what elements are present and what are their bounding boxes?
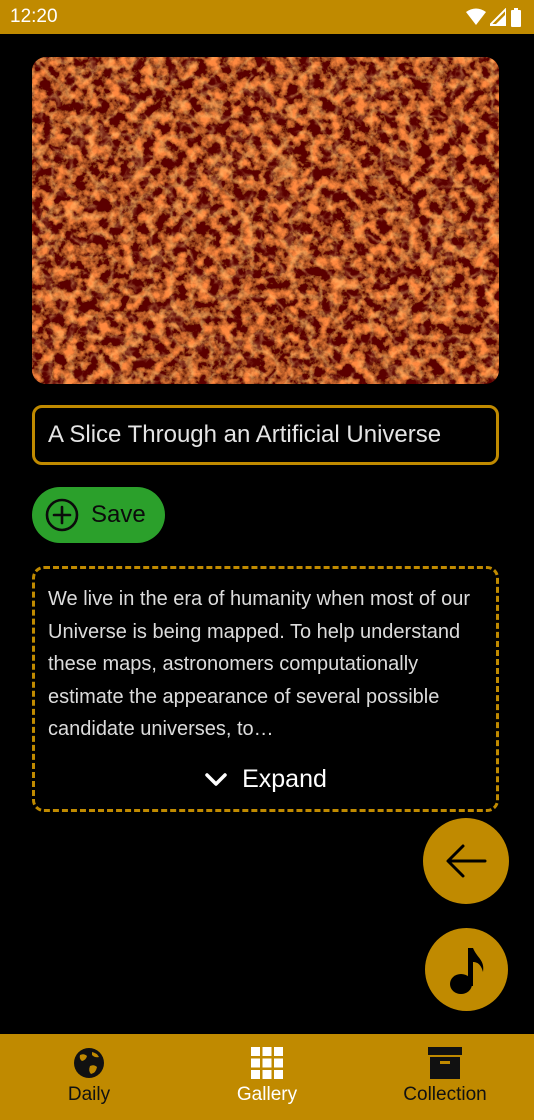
save-button[interactable]: Save bbox=[32, 487, 165, 543]
battery-icon bbox=[511, 7, 521, 27]
archive-icon bbox=[428, 1047, 462, 1079]
expand-button[interactable]: Expand bbox=[35, 765, 496, 794]
bottom-nav: Daily Gallery Collection bbox=[0, 1034, 534, 1120]
save-label: Save bbox=[91, 501, 146, 528]
globe-icon bbox=[74, 1048, 104, 1078]
music-button[interactable] bbox=[425, 928, 508, 1011]
chevron-down-icon bbox=[205, 772, 227, 786]
apod-title: A Slice Through an Artificial Universe bbox=[32, 405, 499, 465]
expand-label: Expand bbox=[242, 765, 327, 793]
grid-icon bbox=[251, 1047, 283, 1079]
cosmic-web-image bbox=[32, 57, 499, 384]
signal-icon bbox=[490, 8, 506, 26]
add-circle-icon bbox=[45, 498, 79, 532]
nav-label-daily: Daily bbox=[67, 1084, 111, 1105]
status-icons bbox=[466, 7, 522, 27]
nav-item-gallery[interactable]: Gallery bbox=[178, 1034, 356, 1120]
description-card: We live in the era of humanity when most… bbox=[32, 566, 499, 812]
nav-item-daily[interactable]: Daily bbox=[0, 1034, 178, 1120]
arrow-left-icon bbox=[446, 844, 487, 878]
music-note-icon bbox=[449, 947, 483, 994]
nav-label-collection: Collection bbox=[403, 1084, 487, 1105]
apod-image[interactable] bbox=[32, 57, 499, 384]
status-bar: 12:20 bbox=[0, 0, 534, 34]
nav-label-gallery: Gallery bbox=[236, 1084, 298, 1105]
nav-item-collection[interactable]: Collection bbox=[356, 1034, 534, 1120]
status-time: 12:20 bbox=[10, 6, 58, 27]
description-text: We live in the era of humanity when most… bbox=[48, 588, 471, 740]
wifi-icon bbox=[466, 8, 486, 25]
back-button[interactable] bbox=[423, 818, 509, 904]
